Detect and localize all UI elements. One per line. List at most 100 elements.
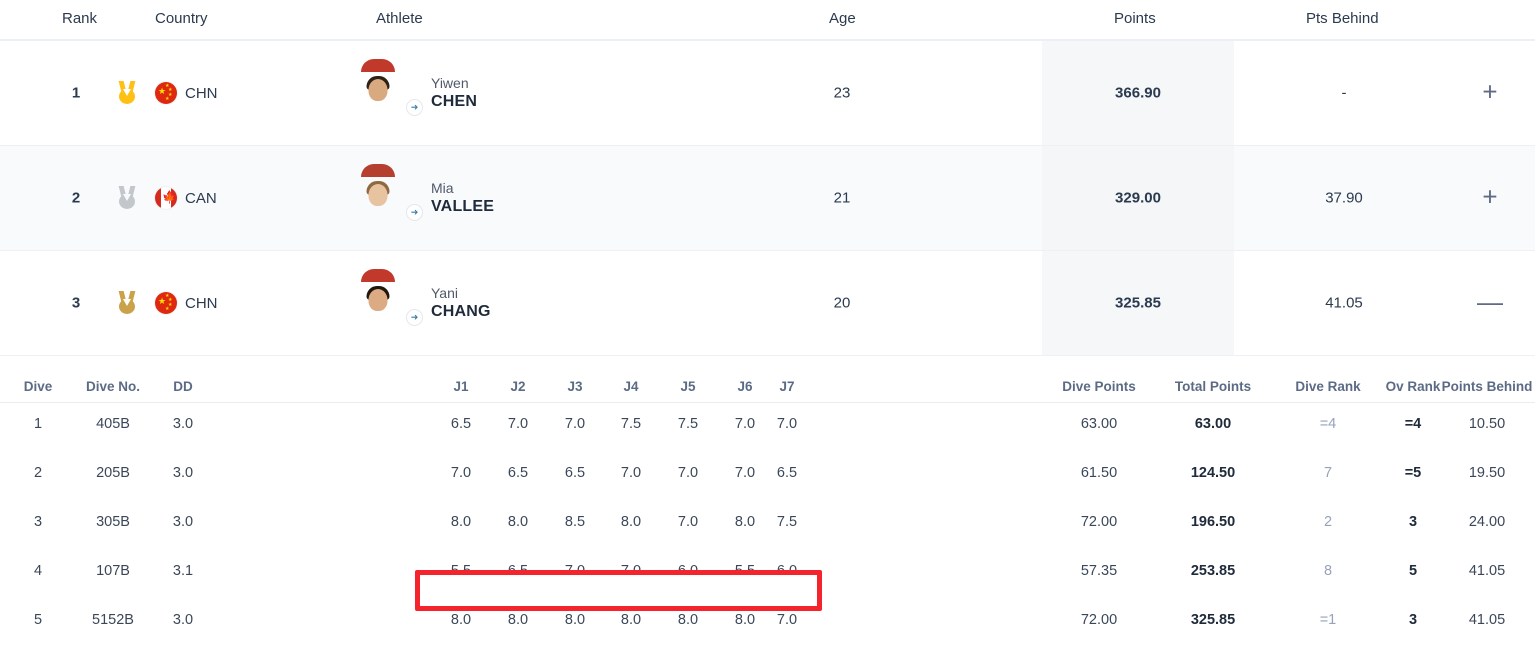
dive-dd: 3.1 (160, 563, 206, 579)
country-code: CHN (185, 295, 218, 312)
dive-code: 107B (78, 563, 148, 579)
subcolumn-header-j2: J2 (494, 379, 542, 394)
pts-behind-value: 37.90 (1256, 190, 1432, 207)
results-table-page: Rank Country Athlete Age Points Pts Behi… (0, 0, 1535, 667)
dive-row: 1 405B 3.0 6.5 7.0 7.0 7.5 7.5 7.0 7.0 6… (0, 403, 1535, 452)
subcolumn-header-j1: J1 (437, 379, 485, 394)
athlete-cell[interactable]: ➜ Mia VALLEE (378, 177, 494, 219)
country-cell[interactable]: ★★★★★ CHN (155, 82, 218, 104)
judge-score-j2: 8.0 (494, 612, 542, 628)
column-header-rank[interactable]: Rank (62, 10, 97, 27)
athlete-first-name: Yani (431, 285, 491, 302)
column-header-age[interactable]: Age (829, 10, 856, 27)
dive-dd: 3.0 (160, 514, 206, 530)
flag-china-icon: ★★★★★ (155, 82, 177, 104)
athlete-link-arrow-icon[interactable]: ➜ (407, 100, 422, 115)
dive-row: 4 107B 3.1 5.5 6.5 7.0 7.0 6.0 5.5 6.0 5… (0, 550, 1535, 599)
judge-score-j1: 8.0 (437, 612, 485, 628)
judge-score-j6: 8.0 (721, 612, 769, 628)
expand-row-button[interactable]: + (1460, 82, 1520, 105)
bronze-medal-icon (112, 291, 142, 315)
dive-points-value: 72.00 (1044, 612, 1154, 628)
judge-score-j7: 7.0 (763, 416, 811, 432)
dive-row: 2 205B 3.0 7.0 6.5 6.5 7.0 7.0 7.0 6.5 6… (0, 452, 1535, 501)
country-cell[interactable]: ★★★★★ CHN (155, 292, 218, 314)
gold-medal-icon (112, 81, 142, 105)
judge-score-j5: 7.0 (664, 465, 712, 481)
silver-medal-icon (112, 186, 142, 210)
judge-score-j3: 7.0 (551, 563, 599, 579)
dive-dd: 3.0 (160, 612, 206, 628)
judge-score-j3: 7.0 (551, 416, 599, 432)
athlete-first-name: Yiwen (431, 75, 477, 92)
standings-table-header-row: Rank Country Athlete Age Points Pts Behi… (0, 0, 1535, 41)
table-row[interactable]: 3 ★★★★★ CHN ➜ (0, 251, 1535, 356)
judge-score-j7: 7.5 (763, 514, 811, 530)
judge-score-j7: 6.0 (763, 563, 811, 579)
column-header-athlete[interactable]: Athlete (376, 10, 423, 27)
judge-score-j2: 8.0 (494, 514, 542, 530)
judge-score-j5: 6.0 (664, 563, 712, 579)
rank-value: 1 (62, 85, 90, 102)
judge-score-j2: 6.5 (494, 465, 542, 481)
points-behind-value: 19.50 (1440, 465, 1534, 481)
avatar: ➜ (378, 177, 420, 219)
points-value: 325.85 (1042, 295, 1234, 312)
standings-table: Rank Country Athlete Age Points Pts Behi… (0, 0, 1535, 356)
judge-score-j5: 8.0 (664, 612, 712, 628)
dive-points-value: 63.00 (1044, 416, 1154, 432)
subcolumn-header-total-points: Total Points (1158, 379, 1268, 394)
rank-value: 2 (62, 190, 90, 207)
dive-row: 3 305B 3.0 8.0 8.0 8.5 8.0 7.0 8.0 7.5 7… (0, 501, 1535, 550)
column-header-country[interactable]: Country (155, 10, 208, 27)
judge-score-j6: 5.5 (721, 563, 769, 579)
avatar: ➜ (378, 72, 420, 114)
collapse-row-button[interactable]: — (1460, 292, 1520, 315)
table-row[interactable]: 2 🍁 CAN ➜ M (0, 146, 1535, 251)
subcolumn-header-dive-rank: Dive Rank (1282, 379, 1374, 394)
total-points-value: 253.85 (1158, 563, 1268, 579)
flag-china-icon: ★★★★★ (155, 292, 177, 314)
judge-score-j3: 6.5 (551, 465, 599, 481)
subcolumn-header-points-behind: Points Behind (1440, 379, 1534, 394)
athlete-cell[interactable]: ➜ Yani CHANG (378, 282, 491, 324)
column-header-pts-behind[interactable]: Pts Behind (1306, 10, 1379, 27)
dive-number-index: 1 (14, 416, 62, 432)
athlete-link-arrow-icon[interactable]: ➜ (407, 205, 422, 220)
dive-points-value: 61.50 (1044, 465, 1154, 481)
judge-score-j6: 8.0 (721, 514, 769, 530)
age-value: 21 (820, 190, 864, 207)
age-value: 20 (820, 295, 864, 312)
subcolumn-header-dive-no: Dive No. (78, 379, 148, 394)
judge-score-j4: 7.0 (607, 465, 655, 481)
pts-behind-value: - (1256, 85, 1432, 102)
dive-rank-value: 8 (1282, 563, 1374, 579)
points-behind-value: 41.05 (1440, 563, 1534, 579)
athlete-link-arrow-icon[interactable]: ➜ (407, 310, 422, 325)
dive-number-index: 4 (14, 563, 62, 579)
judge-score-j1: 5.5 (437, 563, 485, 579)
pts-behind-value: 41.05 (1256, 295, 1432, 312)
country-code: CHN (185, 85, 218, 102)
judge-score-j3: 8.5 (551, 514, 599, 530)
judge-score-j4: 7.0 (607, 563, 655, 579)
dive-table-header-row: Dive Dive No. DD J1 J2 J3 J4 J5 J6 J7 Di… (0, 370, 1535, 403)
column-header-points[interactable]: Points (1114, 10, 1156, 27)
judge-score-j7: 7.0 (763, 612, 811, 628)
points-behind-value: 24.00 (1440, 514, 1534, 530)
dive-points-value: 72.00 (1044, 514, 1154, 530)
table-row[interactable]: 1 ★★★★★ CHN ➜ (0, 41, 1535, 146)
judge-score-j3: 8.0 (551, 612, 599, 628)
expand-row-button[interactable]: + (1460, 187, 1520, 210)
total-points-value: 124.50 (1158, 465, 1268, 481)
athlete-cell[interactable]: ➜ Yiwen CHEN (378, 72, 477, 114)
points-value: 329.00 (1042, 190, 1234, 207)
total-points-value: 196.50 (1158, 514, 1268, 530)
country-code: CAN (185, 190, 217, 207)
dive-dd: 3.0 (160, 465, 206, 481)
athlete-last-name: CHEN (431, 92, 477, 111)
dive-code: 205B (78, 465, 148, 481)
country-cell[interactable]: 🍁 CAN (155, 187, 217, 209)
total-points-value: 325.85 (1158, 612, 1268, 628)
dive-row: 5 5152B 3.0 8.0 8.0 8.0 8.0 8.0 8.0 7.0 … (0, 599, 1535, 648)
